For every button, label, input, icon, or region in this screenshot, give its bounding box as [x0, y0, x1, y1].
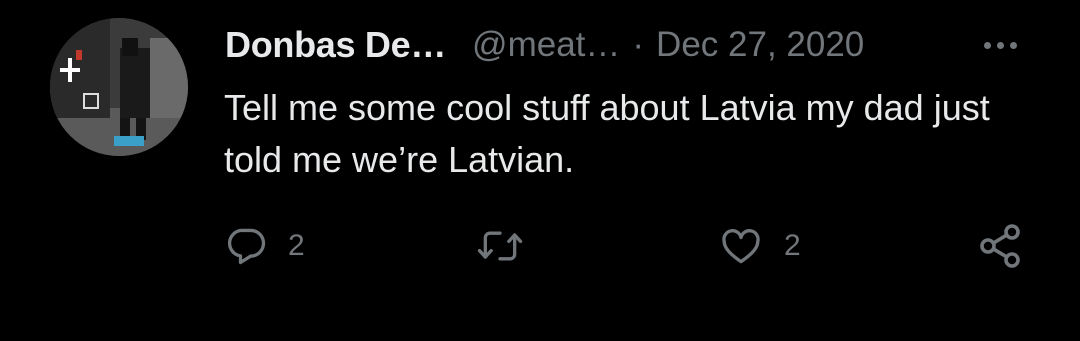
share-icon	[976, 222, 1024, 270]
more-dot	[983, 41, 991, 49]
tweet: Donbas De… @meat… · Dec 27, 2020 Tell me…	[0, 0, 1080, 341]
more-dot	[996, 41, 1004, 49]
retweet-icon	[476, 224, 524, 268]
tweet-header: Donbas De… @meat… · Dec 27, 2020	[225, 22, 1030, 68]
like-icon	[718, 224, 764, 268]
action-bar: 2 2	[224, 218, 1036, 274]
reply-count: 2	[288, 229, 305, 262]
reply-icon	[224, 224, 268, 268]
retweet-button[interactable]	[476, 218, 524, 274]
author-name[interactable]: Donbas De…	[225, 24, 446, 66]
like-count: 2	[784, 229, 801, 262]
author-handle[interactable]: @meat…	[472, 25, 620, 65]
more-dot	[1009, 41, 1017, 49]
reply-button[interactable]: 2	[224, 218, 305, 274]
more-options-icon[interactable]	[970, 22, 1030, 68]
avatar[interactable]	[50, 18, 188, 156]
share-button[interactable]	[976, 218, 1024, 274]
header-separator: ·	[632, 25, 645, 64]
tweet-text: Tell me some cool stuff about Latvia my …	[224, 87, 990, 180]
like-button[interactable]: 2	[718, 218, 801, 274]
tweet-date[interactable]: Dec 27, 2020	[656, 25, 864, 65]
